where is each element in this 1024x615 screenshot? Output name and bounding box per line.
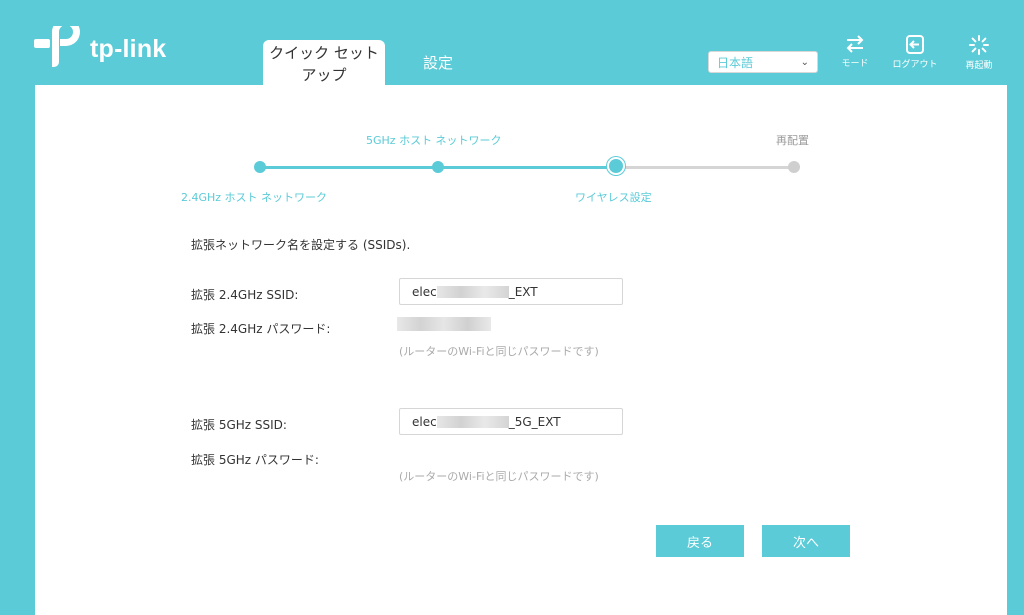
mode-button[interactable]: モード	[830, 35, 880, 69]
pw-5-hint: (ルーターのWi-Fiと同じパスワードです)	[399, 470, 599, 483]
redacted-blur	[436, 415, 509, 428]
ssid-24-prefix: elec	[412, 284, 437, 299]
ssid-5-suffix: _5G_EXT	[508, 414, 561, 429]
tab-quick-setup-label-line2: アップ	[301, 66, 347, 84]
form-intro: 拡張ネットワーク名を設定する (SSIDs).	[191, 238, 411, 252]
redacted-blur	[436, 285, 509, 298]
ssid-24-label: 拡張 2.4GHz SSID:	[191, 288, 299, 302]
step-dot-wireless	[609, 159, 623, 173]
step-label-5ghz: 5GHz ホスト ネットワーク	[366, 134, 502, 147]
back-button[interactable]: 戻る	[656, 525, 744, 557]
reboot-label: 再起動	[965, 61, 993, 71]
tab-quick-setup[interactable]: クイック セット アップ	[263, 40, 385, 85]
tp-link-logo-icon	[34, 26, 80, 67]
logout-icon	[906, 35, 924, 54]
tab-quick-setup-label-line1: クイック セット	[269, 44, 379, 62]
logout-button[interactable]: ログアウト	[890, 35, 940, 70]
reboot-button[interactable]: 再起動	[954, 35, 1004, 71]
step-dot-5ghz	[432, 161, 444, 173]
main-panel: 2.4GHz ホスト ネットワーク 5GHz ホスト ネットワーク ワイヤレス設…	[35, 85, 1007, 615]
pw-24-label: 拡張 2.4GHz パスワード:	[191, 322, 331, 336]
next-button[interactable]: 次へ	[762, 525, 850, 557]
ssid-5-label: 拡張 5GHz SSID:	[191, 418, 287, 432]
step-dot-relocate	[788, 161, 800, 173]
language-select[interactable]: 日本語 ⌄	[708, 51, 818, 73]
reboot-icon	[969, 35, 989, 55]
step-label-24ghz: 2.4GHz ホスト ネットワーク	[181, 191, 328, 204]
logout-label: ログアウト	[892, 60, 938, 70]
switch-mode-icon	[846, 35, 864, 53]
step-dot-24ghz	[254, 161, 266, 173]
chevron-down-icon: ⌄	[800, 56, 809, 68]
language-select-value: 日本語	[717, 55, 754, 70]
step-label-relocate: 再配置	[776, 134, 809, 147]
tab-settings[interactable]: 設定	[423, 52, 453, 73]
pw-24-hint: (ルーターのWi-Fiと同じパスワードです)	[399, 345, 599, 358]
pw-24-redacted	[397, 317, 491, 331]
step-label-wireless: ワイヤレス設定	[575, 191, 652, 204]
ssid-5-input[interactable]: elec _5G_EXT	[399, 408, 623, 435]
pw-5-label: 拡張 5GHz パスワード:	[191, 453, 319, 467]
ssid-5-prefix: elec	[412, 414, 437, 429]
mode-label: モード	[841, 59, 869, 69]
tp-link-logo: tp-link	[34, 26, 166, 72]
stepper-progress-remaining	[617, 166, 795, 169]
logo-text: tp-link	[90, 34, 167, 63]
ssid-24-suffix: _EXT	[508, 284, 538, 299]
ssid-24-input[interactable]: elec _EXT	[399, 278, 623, 305]
